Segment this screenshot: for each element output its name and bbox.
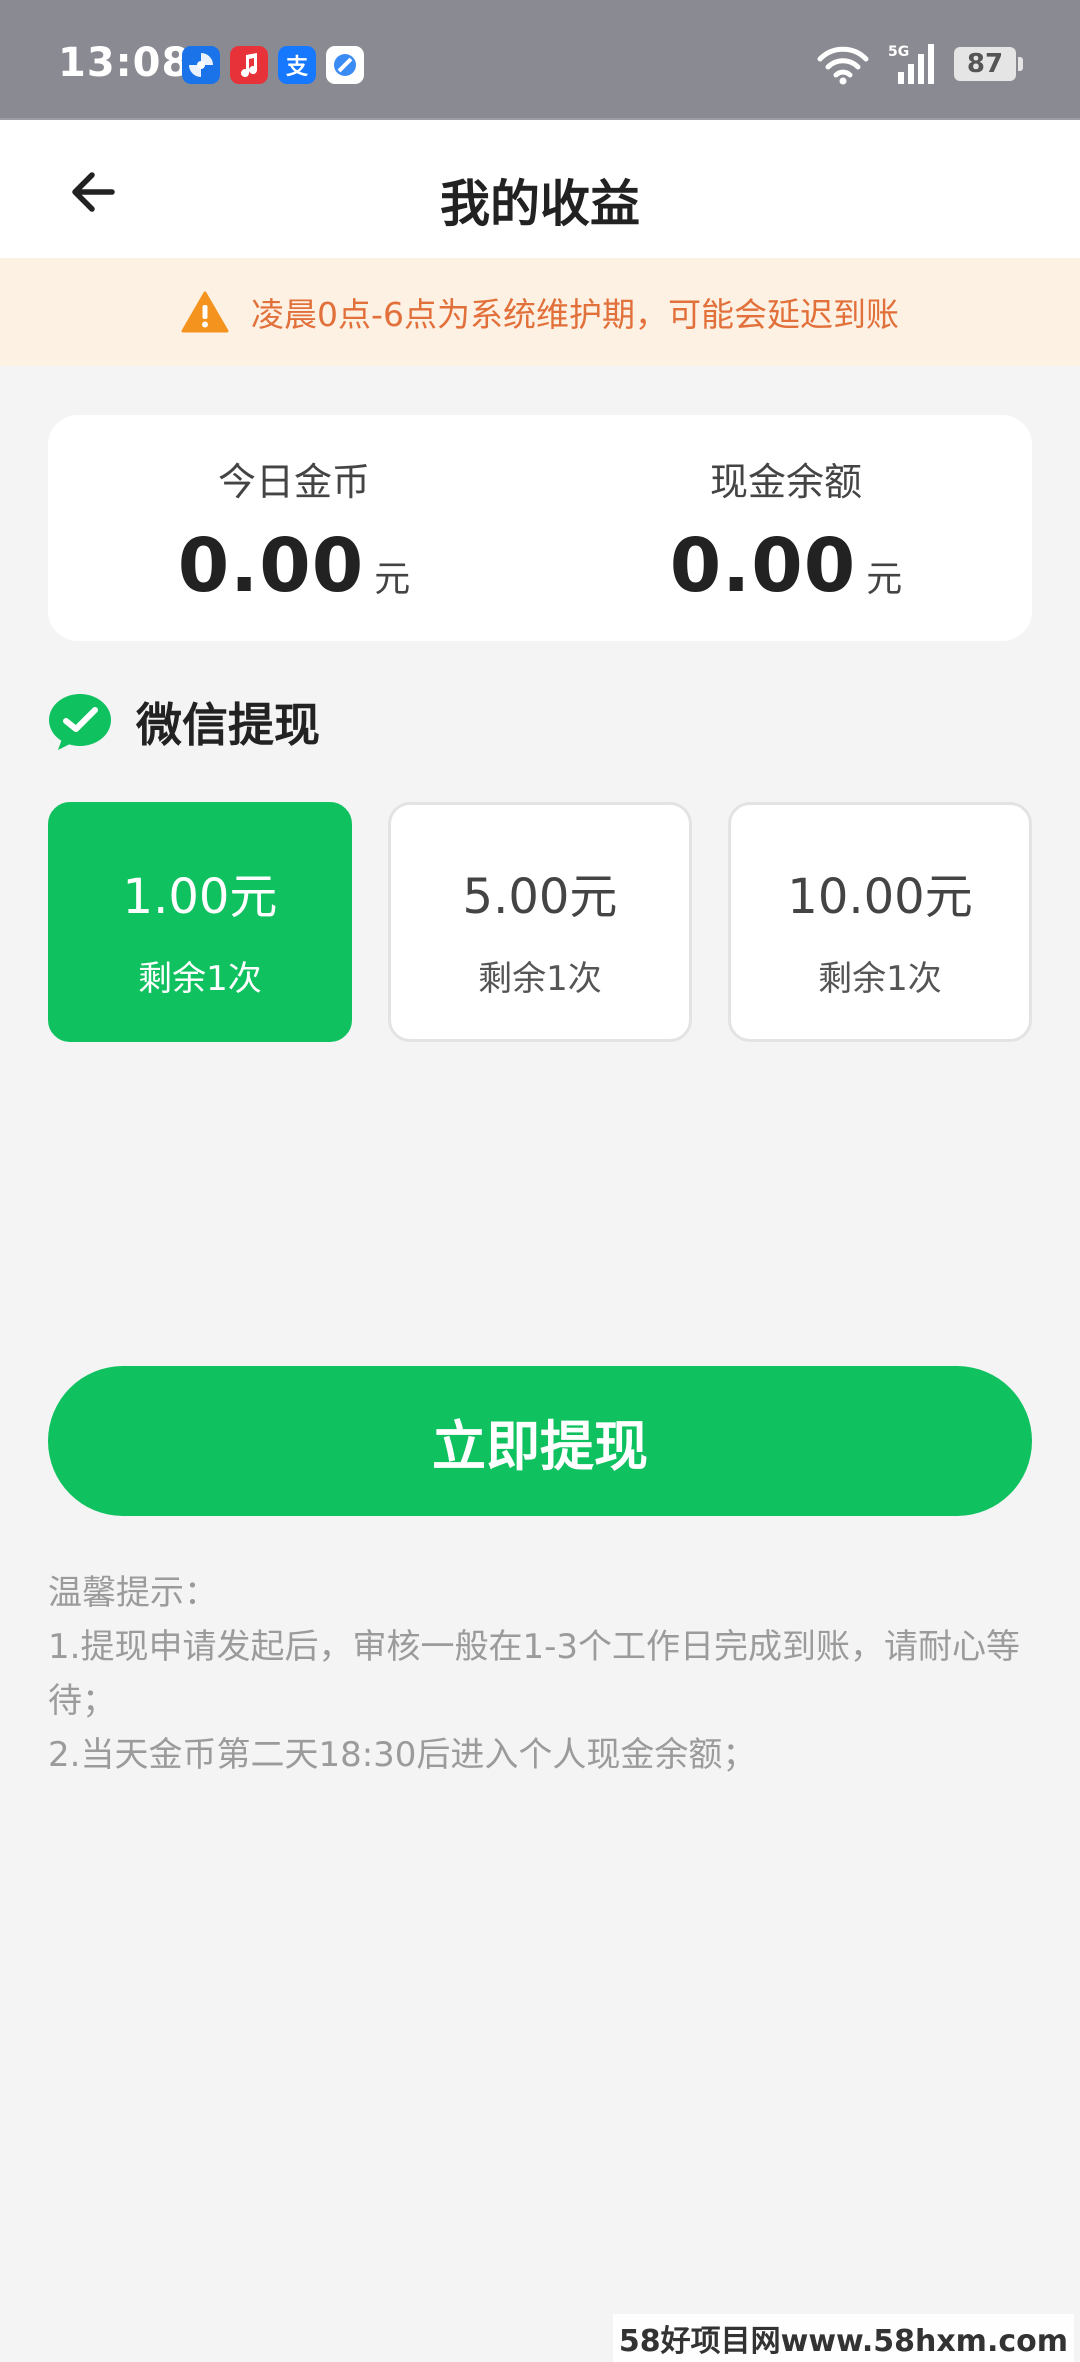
option-amount: 1.00元 bbox=[122, 869, 278, 925]
tips-title: 温馨提示： bbox=[48, 1573, 218, 1613]
cash-balance-value-row: 0.00 元 bbox=[540, 523, 1032, 609]
signal-5g-icon: 5G bbox=[888, 44, 934, 84]
cash-balance-label: 现金余额 bbox=[709, 460, 862, 504]
alipay-app-icon: 支 bbox=[278, 46, 316, 84]
today-coins: 今日金币 0.00 元 bbox=[48, 415, 540, 641]
option-amount: 10.00元 bbox=[787, 869, 973, 925]
wechat-icon bbox=[49, 694, 111, 750]
option-remaining: 剩余1次 bbox=[478, 959, 602, 999]
cash-balance: 现金余额 0.00 元 bbox=[540, 415, 1032, 641]
balance-card: 今日金币 0.00 元 现金余额 0.00 元 bbox=[48, 415, 1032, 641]
watermark: 58好项目网www.58hxm.com bbox=[612, 2314, 1074, 2362]
warning-icon bbox=[181, 291, 229, 333]
wifi-icon bbox=[817, 46, 869, 85]
alipay-glyph: 支 bbox=[285, 55, 308, 80]
option-remaining: 剩余1次 bbox=[818, 959, 942, 999]
status-time: 13:08 bbox=[58, 40, 191, 86]
withdraw-method: 微信提现 bbox=[48, 690, 320, 754]
today-coins-label: 今日金币 bbox=[217, 460, 370, 504]
battery-icon: 87 bbox=[954, 47, 1023, 81]
option-amount: 5.00元 bbox=[462, 869, 618, 925]
tips-section: 温馨提示： 1.提现申请发起后，审核一般在1-3个工作日完成到账，请耐心等待； … bbox=[48, 1566, 1038, 1782]
music-app-icon bbox=[230, 46, 268, 84]
browser-app-icon bbox=[326, 46, 364, 84]
withdraw-method-label: 微信提现 bbox=[136, 698, 320, 752]
today-coins-value-row: 0.00 元 bbox=[48, 523, 540, 609]
svg-text:5G: 5G bbox=[888, 44, 909, 60]
page-title: 我的收益 bbox=[440, 175, 640, 233]
today-coins-value: 0.00 bbox=[177, 523, 365, 609]
notice-text: 凌晨0点-6点为系统维护期，可能会延迟到账 bbox=[251, 295, 899, 334]
today-coins-unit: 元 bbox=[374, 559, 411, 600]
amount-option-1[interactable]: 1.00元 剩余1次 bbox=[48, 802, 352, 1042]
cash-balance-unit: 元 bbox=[866, 559, 903, 600]
tips-line-1: 1.提现申请发起后，审核一般在1-3个工作日完成到账，请耐心等待； bbox=[48, 1627, 1020, 1721]
amount-option-5[interactable]: 5.00元 剩余1次 bbox=[388, 802, 692, 1042]
cash-balance-value: 0.00 bbox=[669, 523, 857, 609]
withdraw-now-button[interactable]: 立即提现 bbox=[48, 1366, 1032, 1516]
maintenance-notice: 凌晨0点-6点为系统维护期，可能会延迟到账 bbox=[0, 258, 1080, 366]
status-bar: 13:08 支 5G 87 bbox=[0, 0, 1080, 120]
amount-options: 1.00元 剩余1次 5.00元 剩余1次 10.00元 剩余1次 bbox=[48, 802, 1032, 1042]
page-header: 我的收益 bbox=[0, 120, 1080, 258]
amount-option-10[interactable]: 10.00元 剩余1次 bbox=[728, 802, 1032, 1042]
pinwheel-app-icon bbox=[182, 46, 220, 84]
notification-icons: 支 bbox=[182, 46, 364, 84]
option-remaining: 剩余1次 bbox=[138, 959, 262, 999]
status-right: 5G 87 bbox=[814, 42, 1023, 86]
tips-line-2: 2.当天金币第二天18:30后进入个人现金余额； bbox=[48, 1735, 757, 1775]
